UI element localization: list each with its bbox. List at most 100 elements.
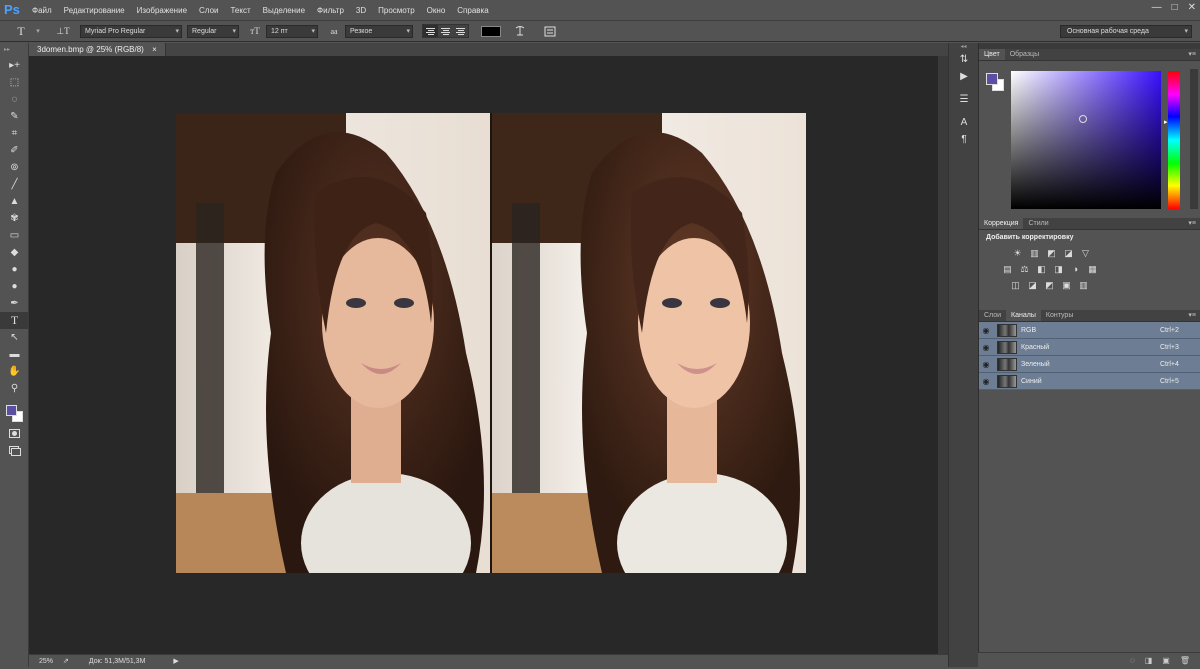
menu-filter[interactable]: Фильтр <box>311 0 350 21</box>
paragraph-panel-icon[interactable]: ¶ <box>949 131 979 148</box>
align-center-button[interactable] <box>438 25 453 37</box>
threshold-icon[interactable]: ◩ <box>1043 279 1056 291</box>
black-white-icon[interactable]: ◧ <box>1035 263 1048 275</box>
eraser-tool-icon[interactable]: ▭ <box>0 227 29 244</box>
close-button[interactable]: ✕ <box>1188 2 1196 13</box>
paint-bucket-tool-icon[interactable]: ◆ <box>0 244 29 261</box>
photo-filter-icon[interactable]: ◨ <box>1052 263 1065 275</box>
curves-icon[interactable]: ◩ <box>1045 247 1058 259</box>
rectangle-tool-icon[interactable]: ▬ <box>0 346 29 363</box>
color-picker-field[interactable] <box>1011 71 1161 209</box>
toggle-orientation-icon[interactable]: ⊥T <box>52 23 74 40</box>
document-tab[interactable]: 3domen.bmp @ 25% (RGB/8) × <box>29 43 166 56</box>
quick-select-tool-icon[interactable]: ✎ <box>0 108 29 125</box>
channel-row[interactable]: ◉ Красный Ctrl+3 <box>979 339 1200 356</box>
actions-panel-icon[interactable]: ▶ <box>949 68 979 85</box>
canvas[interactable] <box>29 56 938 654</box>
color-lookup-icon[interactable]: ▦ <box>1086 263 1099 275</box>
menu-layers[interactable]: Слои <box>193 0 224 21</box>
tab-paths[interactable]: Контуры <box>1041 310 1078 321</box>
type-tool-icon[interactable]: T <box>0 312 29 329</box>
dodge-tool-icon[interactable]: ● <box>0 278 29 295</box>
foreground-color-swatch[interactable] <box>6 405 17 416</box>
properties-panel-icon[interactable]: ☰ <box>949 91 979 108</box>
panel-menu-icon[interactable]: ▾≡ <box>1188 219 1196 227</box>
history-brush-tool-icon[interactable]: ✾ <box>0 210 29 227</box>
menu-type[interactable]: Текст <box>224 0 256 21</box>
selective-color-icon[interactable]: ▣ <box>1060 279 1073 291</box>
brush-tool-icon[interactable]: ╱ <box>0 176 29 193</box>
toolbox-collapse-icon[interactable]: ▸▸ <box>0 43 28 57</box>
color-balance-icon[interactable]: ⚖ <box>1018 263 1031 275</box>
visibility-eye-icon[interactable]: ◉ <box>979 326 993 335</box>
move-tool-icon[interactable]: ▸+ <box>0 57 29 74</box>
menu-image[interactable]: Изображение <box>131 0 193 21</box>
tool-preset-chevron-icon[interactable]: ▾ <box>32 23 44 40</box>
workspace-select[interactable]: Основная рабочая среда <box>1060 25 1192 38</box>
exposure-icon[interactable]: ◪ <box>1062 247 1075 259</box>
antialias-select[interactable]: Резкое <box>345 24 413 38</box>
tab-swatches[interactable]: Образцы <box>1005 49 1044 60</box>
channel-row[interactable]: ◉ Зеленый Ctrl+4 <box>979 356 1200 373</box>
visibility-eye-icon[interactable]: ◉ <box>979 343 993 352</box>
crop-tool-icon[interactable]: ⌗ <box>0 125 29 142</box>
text-color-swatch[interactable] <box>481 25 501 37</box>
tab-layers[interactable]: Слои <box>979 310 1006 321</box>
status-menu-arrow-icon[interactable]: ▶ <box>173 657 178 665</box>
panel-menu-icon[interactable]: ▾≡ <box>1188 311 1196 319</box>
type-tool-icon[interactable]: T <box>10 23 32 40</box>
tab-adjustments[interactable]: Коррекция <box>979 218 1024 229</box>
panel-menu-icon[interactable]: ▾≡ <box>1188 50 1196 58</box>
character-panel-icon[interactable] <box>539 23 561 40</box>
menu-help[interactable]: Справка <box>451 0 494 21</box>
hue-slider[interactable] <box>1168 71 1180 209</box>
menu-select[interactable]: Выделение <box>257 0 311 21</box>
character-panel-icon[interactable]: A <box>949 114 979 131</box>
menu-file[interactable]: Файл <box>26 0 58 21</box>
gradient-map-icon[interactable]: ▥ <box>1077 279 1090 291</box>
blur-tool-icon[interactable]: ● <box>0 261 29 278</box>
color-panel-scrollbar[interactable] <box>1190 69 1198 209</box>
zoom-level[interactable]: 25% <box>29 658 57 665</box>
menu-3d[interactable]: 3D <box>350 0 372 21</box>
path-selection-tool-icon[interactable]: ↖ <box>0 329 29 346</box>
vibrance-icon[interactable]: ▽ <box>1079 247 1092 259</box>
channel-mixer-icon[interactable]: ◑ <box>1069 263 1082 275</box>
hand-tool-icon[interactable]: ✋ <box>0 363 29 380</box>
new-channel-icon[interactable]: ▣ <box>1162 656 1170 665</box>
font-size-select[interactable]: 12 пт <box>266 24 318 38</box>
strip-collapse-icon[interactable]: ◂◂ <box>949 43 978 51</box>
pen-tool-icon[interactable]: ✒ <box>0 295 29 312</box>
canvas-vertical-scrollbar[interactable] <box>938 56 948 654</box>
document-tab-close-icon[interactable]: × <box>152 45 157 54</box>
color-picker-marker[interactable] <box>1079 115 1087 123</box>
channel-row[interactable]: ◉ RGB Ctrl+2 <box>979 322 1200 339</box>
export-icon[interactable]: ⇗ <box>63 657 69 665</box>
levels-icon[interactable]: ▥ <box>1028 247 1041 259</box>
foreground-color-swatch[interactable] <box>986 73 998 85</box>
invert-icon[interactable]: ◫ <box>1009 279 1022 291</box>
healing-brush-tool-icon[interactable]: ⊚ <box>0 159 29 176</box>
lasso-tool-icon[interactable]: ◌ <box>0 91 29 108</box>
marquee-tool-icon[interactable]: ⬚ <box>0 74 29 91</box>
menu-window[interactable]: Окно <box>421 0 452 21</box>
tab-channels[interactable]: Каналы <box>1006 310 1041 321</box>
brightness-contrast-icon[interactable]: ☀ <box>1011 247 1024 259</box>
posterize-icon[interactable]: ◪ <box>1026 279 1039 291</box>
tab-styles[interactable]: Стили <box>1023 218 1053 229</box>
channel-row[interactable]: ◉ Синий Ctrl+5 <box>979 373 1200 390</box>
font-style-select[interactable]: Regular <box>187 24 239 38</box>
maximize-button[interactable]: □ <box>1172 2 1178 13</box>
align-left-button[interactable] <box>423 25 438 37</box>
warp-text-icon[interactable] <box>509 23 531 40</box>
document-image[interactable] <box>176 113 806 573</box>
hue-saturation-icon[interactable]: ▤ <box>1001 263 1014 275</box>
minimize-button[interactable]: — <box>1152 2 1162 13</box>
tab-color[interactable]: Цвет <box>979 49 1005 60</box>
zoom-tool-icon[interactable]: ⚲ <box>0 380 29 397</box>
visibility-eye-icon[interactable]: ◉ <box>979 377 993 386</box>
delete-channel-icon[interactable]: 🗑 <box>1180 656 1190 665</box>
menu-edit[interactable]: Редактирование <box>58 0 131 21</box>
font-family-select[interactable]: Myriad Pro Regular <box>80 24 182 38</box>
screen-mode-icon[interactable] <box>0 442 29 459</box>
